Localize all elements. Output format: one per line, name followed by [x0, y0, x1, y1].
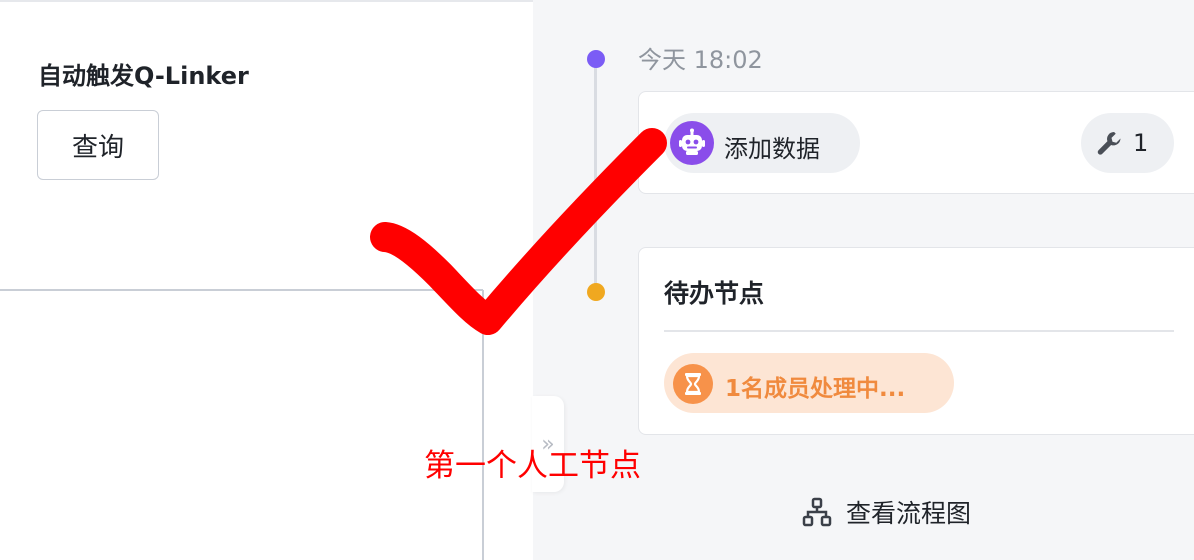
wrench-icon: [1097, 132, 1121, 155]
trigger-title: 自动触发Q-Linker: [38, 62, 249, 90]
timeline-dot-todo: [587, 283, 605, 301]
tool-count: 1: [1133, 129, 1149, 157]
view-flowchart-link[interactable]: 查看流程图: [802, 494, 971, 530]
timeline-dot-robot: [587, 50, 605, 68]
todo-status-label: 1名成员处理中...: [725, 376, 906, 402]
left-top-border: [0, 0, 533, 2]
robot-icon: [670, 121, 714, 165]
view-flowchart-label: 查看流程图: [846, 499, 972, 528]
todo-node-title: 待办节点: [664, 279, 765, 308]
connector-vertical-line: [482, 290, 484, 560]
query-button[interactable]: 查询: [37, 110, 159, 180]
flowchart-icon: [802, 497, 832, 527]
timeline-time: 今天 18:02: [638, 46, 763, 74]
todo-node-divider: [664, 330, 1174, 332]
connector-horizontal-line: [0, 289, 483, 291]
timeline-line: [594, 64, 597, 284]
tool-count-pill[interactable]: [1081, 113, 1174, 173]
hourglass-icon: [673, 364, 713, 404]
robot-step-label: 添加数据: [724, 135, 820, 163]
annotation-label: 第一个人工节点: [424, 448, 641, 484]
